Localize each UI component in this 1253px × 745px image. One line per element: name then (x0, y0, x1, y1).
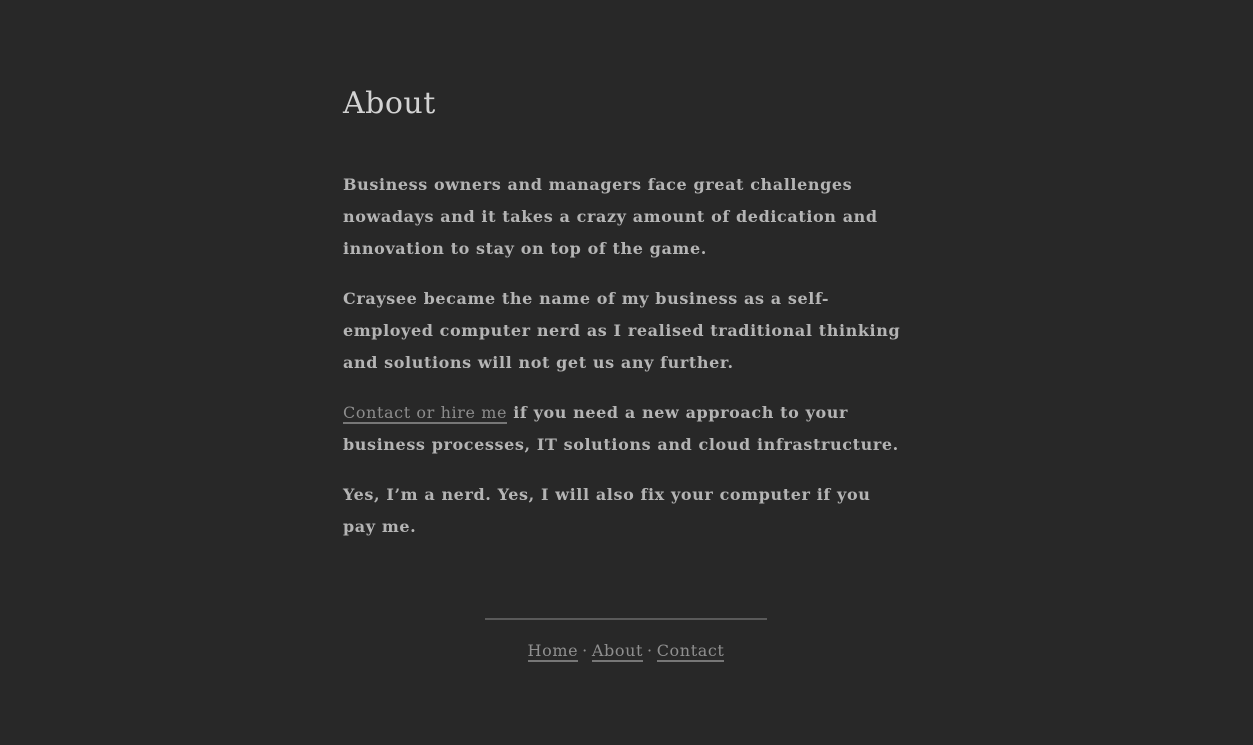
paragraph-business: Craysee became the name of my business a… (343, 289, 901, 372)
footer-nav: Home · About · Contact (485, 637, 767, 665)
footer-divider (485, 618, 767, 620)
footer-separator: · (647, 641, 653, 660)
paragraph-intro: Business owners and managers face great … (343, 175, 878, 258)
footer-link-contact[interactable]: Contact (656, 641, 725, 662)
about-content: Business owners and managers face great … (343, 169, 905, 543)
paragraph-contact: Contact or hire me if you need a new app… (343, 397, 905, 461)
page-title: About (343, 86, 436, 121)
contact-link[interactable]: Contact or hire me (343, 403, 508, 424)
footer-link-about[interactable]: About (591, 641, 644, 662)
footer-link-home[interactable]: Home (527, 641, 579, 662)
paragraph-nerd: Yes, I’m a nerd. Yes, I will also fix yo… (343, 485, 871, 536)
footer: Home · About · Contact (485, 618, 767, 665)
main-content: About Business owners and managers face … (343, 80, 905, 561)
footer-separator: · (582, 641, 588, 660)
